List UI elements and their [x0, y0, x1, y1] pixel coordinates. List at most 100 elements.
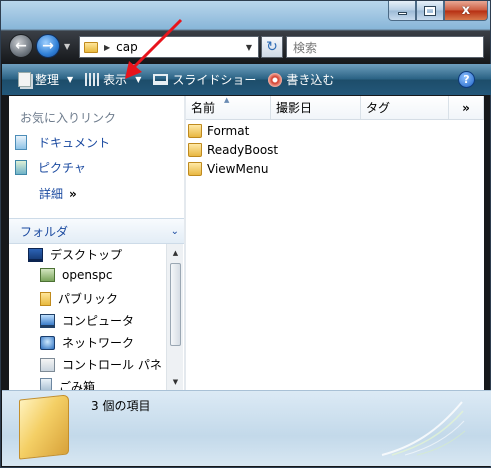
tree-item-label: ネットワーク	[62, 336, 135, 350]
folder-icon	[188, 142, 202, 157]
maximize-icon	[424, 5, 436, 16]
views-icon	[85, 73, 100, 86]
column-header: ▲ 名前 撮影日 タグ »	[186, 96, 484, 120]
address-path[interactable]: cap	[116, 40, 246, 54]
forward-button[interactable]: →	[36, 34, 60, 58]
views-button[interactable]: 表示 ▼	[79, 64, 147, 95]
slideshow-icon	[153, 74, 169, 85]
navigation-pane: お気に入りリンク ドキュメント ピクチャ 詳細 » フォルダ ⌄ デスクトップ o…	[9, 96, 184, 390]
close-icon: x	[461, 3, 471, 18]
close-button[interactable]: x	[444, 1, 488, 21]
back-arrow-icon: ←	[15, 38, 27, 54]
tree-item-label: デスクトップ	[50, 248, 123, 262]
scroll-up-icon[interactable]: ▲	[167, 244, 184, 261]
file-name: ReadyBoost	[207, 142, 279, 157]
folder-tree-scrollbar[interactable]: ▲ ▼	[166, 244, 183, 390]
network-icon	[40, 335, 55, 350]
tree-item-openspc[interactable]: openspc	[40, 268, 112, 282]
details-pane: 3 個の項目	[2, 390, 491, 466]
sort-ascending-icon: ▲	[224, 96, 230, 104]
public-folder-icon	[40, 291, 51, 306]
burn-disc-icon	[268, 72, 283, 87]
folder-icon	[84, 41, 98, 53]
column-label: 名前	[191, 101, 216, 115]
explorer-window: x ← → ▼ ▶ cap ▼ ↻ 検索 整理 ▼ 表示 ▼ スライドショー 書…	[0, 0, 491, 468]
burn-label: 書き込む	[286, 73, 335, 87]
pictures-icon	[15, 160, 27, 175]
item-count: 3 個の項目	[91, 399, 151, 413]
minimize-button[interactable]	[388, 1, 416, 21]
maximize-button[interactable]	[416, 1, 444, 21]
slideshow-label: スライドショー	[172, 73, 257, 87]
column-tags[interactable]: タグ	[361, 96, 449, 119]
desktop-icon	[28, 247, 43, 262]
organize-icon	[18, 72, 31, 87]
folder-icon	[188, 123, 202, 138]
nav-link-documents[interactable]: ドキュメント	[15, 134, 110, 151]
breadcrumb-separator-icon[interactable]: ▶	[104, 43, 110, 52]
tree-item-network[interactable]: ネットワーク	[40, 334, 134, 351]
slideshow-button[interactable]: スライドショー	[147, 64, 262, 95]
tree-item-label: コントロール パネ	[62, 358, 162, 372]
list-item[interactable]: ViewMenu	[188, 159, 268, 178]
list-item[interactable]: Format	[188, 121, 249, 140]
file-name: Format	[207, 123, 250, 138]
scroll-down-icon[interactable]: ▼	[167, 373, 184, 390]
column-label: 撮影日	[276, 101, 313, 115]
computer-icon	[40, 313, 55, 328]
command-bar: 整理 ▼ 表示 ▼ スライドショー 書き込む ?	[2, 64, 491, 95]
column-date-taken[interactable]: 撮影日	[271, 96, 361, 119]
tree-item-control-panel[interactable]: コントロール パネ	[40, 356, 162, 373]
minimize-icon	[397, 12, 407, 15]
more-label: 詳細	[39, 187, 64, 201]
double-chevron-icon: »	[69, 187, 77, 201]
search-placeholder: 検索	[293, 40, 318, 55]
help-button[interactable]: ?	[458, 71, 475, 88]
folders-header[interactable]: フォルダ ⌄	[9, 218, 184, 244]
chevron-down-icon: ⌄	[170, 225, 179, 237]
tree-item-label: openspc	[62, 268, 113, 282]
tree-item-computer[interactable]: コンピュータ	[40, 312, 134, 329]
more-links-button[interactable]: 詳細 »	[39, 185, 77, 202]
address-history-dropdown[interactable]: ▼	[246, 43, 252, 52]
folder-icon	[188, 161, 202, 176]
chevron-down-icon: ▼	[135, 75, 142, 84]
nav-link-pictures[interactable]: ピクチャ	[15, 159, 86, 176]
refresh-icon: ↻	[266, 39, 278, 55]
column-name[interactable]: ▲ 名前	[186, 96, 271, 119]
documents-icon	[15, 135, 27, 150]
scroll-thumb[interactable]	[170, 263, 181, 346]
tree-item-desktop[interactable]: デスクトップ	[28, 246, 122, 263]
search-input[interactable]: 検索	[286, 36, 484, 58]
folders-title: フォルダ	[20, 224, 69, 239]
tree-item-public[interactable]: パブリック	[40, 290, 118, 307]
recent-pages-dropdown[interactable]: ▼	[64, 42, 70, 51]
views-label: 表示	[103, 73, 128, 87]
file-name: ViewMenu	[207, 161, 269, 176]
back-button[interactable]: ←	[9, 34, 33, 58]
forward-arrow-icon: →	[42, 38, 54, 54]
more-columns-button[interactable]: »	[449, 96, 484, 119]
favorite-links-title: お気に入りリンク	[20, 111, 117, 125]
list-item[interactable]: ReadyBoost	[188, 140, 278, 159]
tree-item-label: コンピュータ	[62, 314, 135, 328]
refresh-button[interactable]: ↻	[261, 36, 283, 58]
tree-item-label: パブリック	[58, 292, 119, 306]
recycle-bin-icon	[40, 378, 52, 390]
control-panel-icon	[40, 357, 55, 372]
nav-link-label: ピクチャ	[38, 161, 86, 175]
address-bar[interactable]: ▶ cap ▼	[79, 36, 259, 58]
folder-icon	[19, 394, 69, 460]
nav-link-label: ドキュメント	[38, 136, 111, 150]
tree-item-recycle-bin[interactable]: ごみ箱	[40, 378, 95, 390]
decorative-swoosh	[381, 401, 466, 456]
chevron-down-icon: ▼	[67, 75, 74, 84]
user-folder-icon	[40, 268, 55, 282]
help-icon: ?	[463, 73, 470, 86]
organize-label: 整理	[35, 73, 60, 87]
address-row: ← → ▼ ▶ cap ▼ ↻ 検索	[7, 32, 484, 59]
burn-button[interactable]: 書き込む	[262, 64, 340, 95]
tree-item-label: ごみ箱	[59, 380, 96, 390]
organize-button[interactable]: 整理 ▼	[12, 64, 79, 95]
caption-buttons: x	[388, 1, 488, 22]
